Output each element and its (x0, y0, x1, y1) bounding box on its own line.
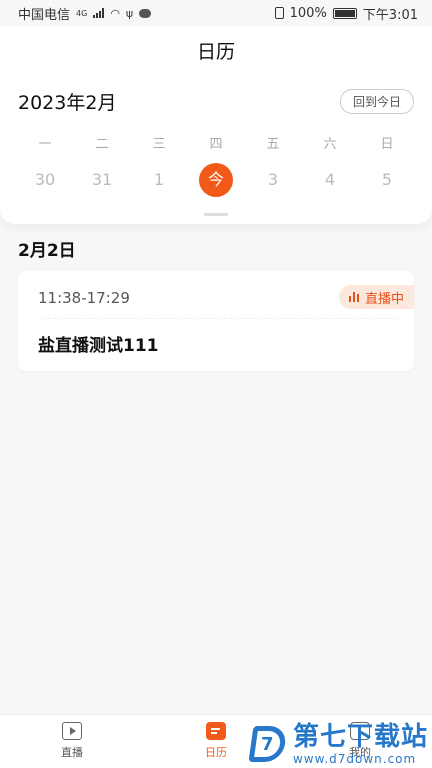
usb-icon: ψ (125, 6, 134, 20)
tab-label: 日历 (205, 746, 227, 759)
calendar-card: 2023年2月 回到今日 一 二 三 四 五 六 日 30 31 1 今 3 4… (0, 74, 432, 224)
wifi-icon: ◠ (110, 6, 120, 20)
date-cell-today[interactable]: 今 (199, 163, 233, 197)
divider (38, 318, 398, 319)
event-time: 11:38-17:29 (38, 289, 130, 307)
watermark-url: www.d7down.com (292, 752, 417, 766)
event-title: 盐直播测试111 (38, 336, 159, 356)
clock: 下午3:01 (362, 7, 418, 23)
weekday-label: 一 (38, 137, 52, 152)
status-bar: 中国电信 4G ◠ ψ 100% 下午3:01 (0, 0, 432, 26)
d7-logo-icon: 7 (248, 722, 289, 766)
date-cell[interactable]: 30 (28, 163, 62, 197)
weekday-label: 六 (323, 137, 337, 152)
page-title: 日历 (0, 26, 432, 74)
weekday-label: 四 (209, 137, 223, 152)
back-to-today-button[interactable]: 回到今日 (339, 89, 414, 114)
month-label[interactable]: 2023年2月 (18, 88, 116, 115)
vibrate-icon (274, 7, 284, 19)
weekday-label: 五 (266, 137, 280, 152)
watermark-name: 第七下载站 (292, 722, 428, 752)
event-card[interactable]: 11:38-17:29 直播中 盐直播测试111 (18, 271, 414, 371)
network-type: 4G (76, 8, 88, 18)
date-cell[interactable]: 5 (370, 163, 404, 197)
carrier-label: 中国电信 (18, 7, 71, 23)
tab-label: 直播 (61, 746, 83, 759)
tab-live[interactable]: 直播 (0, 715, 144, 768)
weekday-row: 一 二 三 四 五 六 日 (18, 133, 414, 152)
date-cell[interactable]: 31 (85, 163, 119, 197)
selected-day-label: 2月2日 (18, 241, 76, 261)
live-bars-icon (348, 292, 359, 302)
live-status-badge: 直播中 (338, 285, 414, 309)
live-status-label: 直播中 (364, 291, 404, 307)
battery-percent: 100% (289, 5, 327, 21)
signal-icon (93, 8, 105, 18)
date-cell[interactable]: 3 (256, 163, 290, 197)
date-cell[interactable]: 4 (313, 163, 347, 197)
date-row: 30 31 1 今 3 4 5 (18, 163, 414, 197)
weekday-label: 三 (152, 137, 166, 152)
watermark-logo: 7 第七下载站 www.d7down.com (248, 722, 428, 766)
weekday-label: 二 (95, 137, 109, 152)
message-icon (139, 8, 152, 18)
calendar-icon (206, 722, 226, 740)
battery-icon (332, 7, 357, 19)
play-icon (62, 722, 82, 740)
date-cell[interactable]: 1 (142, 163, 176, 197)
weekday-label: 日 (380, 137, 394, 152)
expand-handle[interactable] (204, 213, 228, 216)
